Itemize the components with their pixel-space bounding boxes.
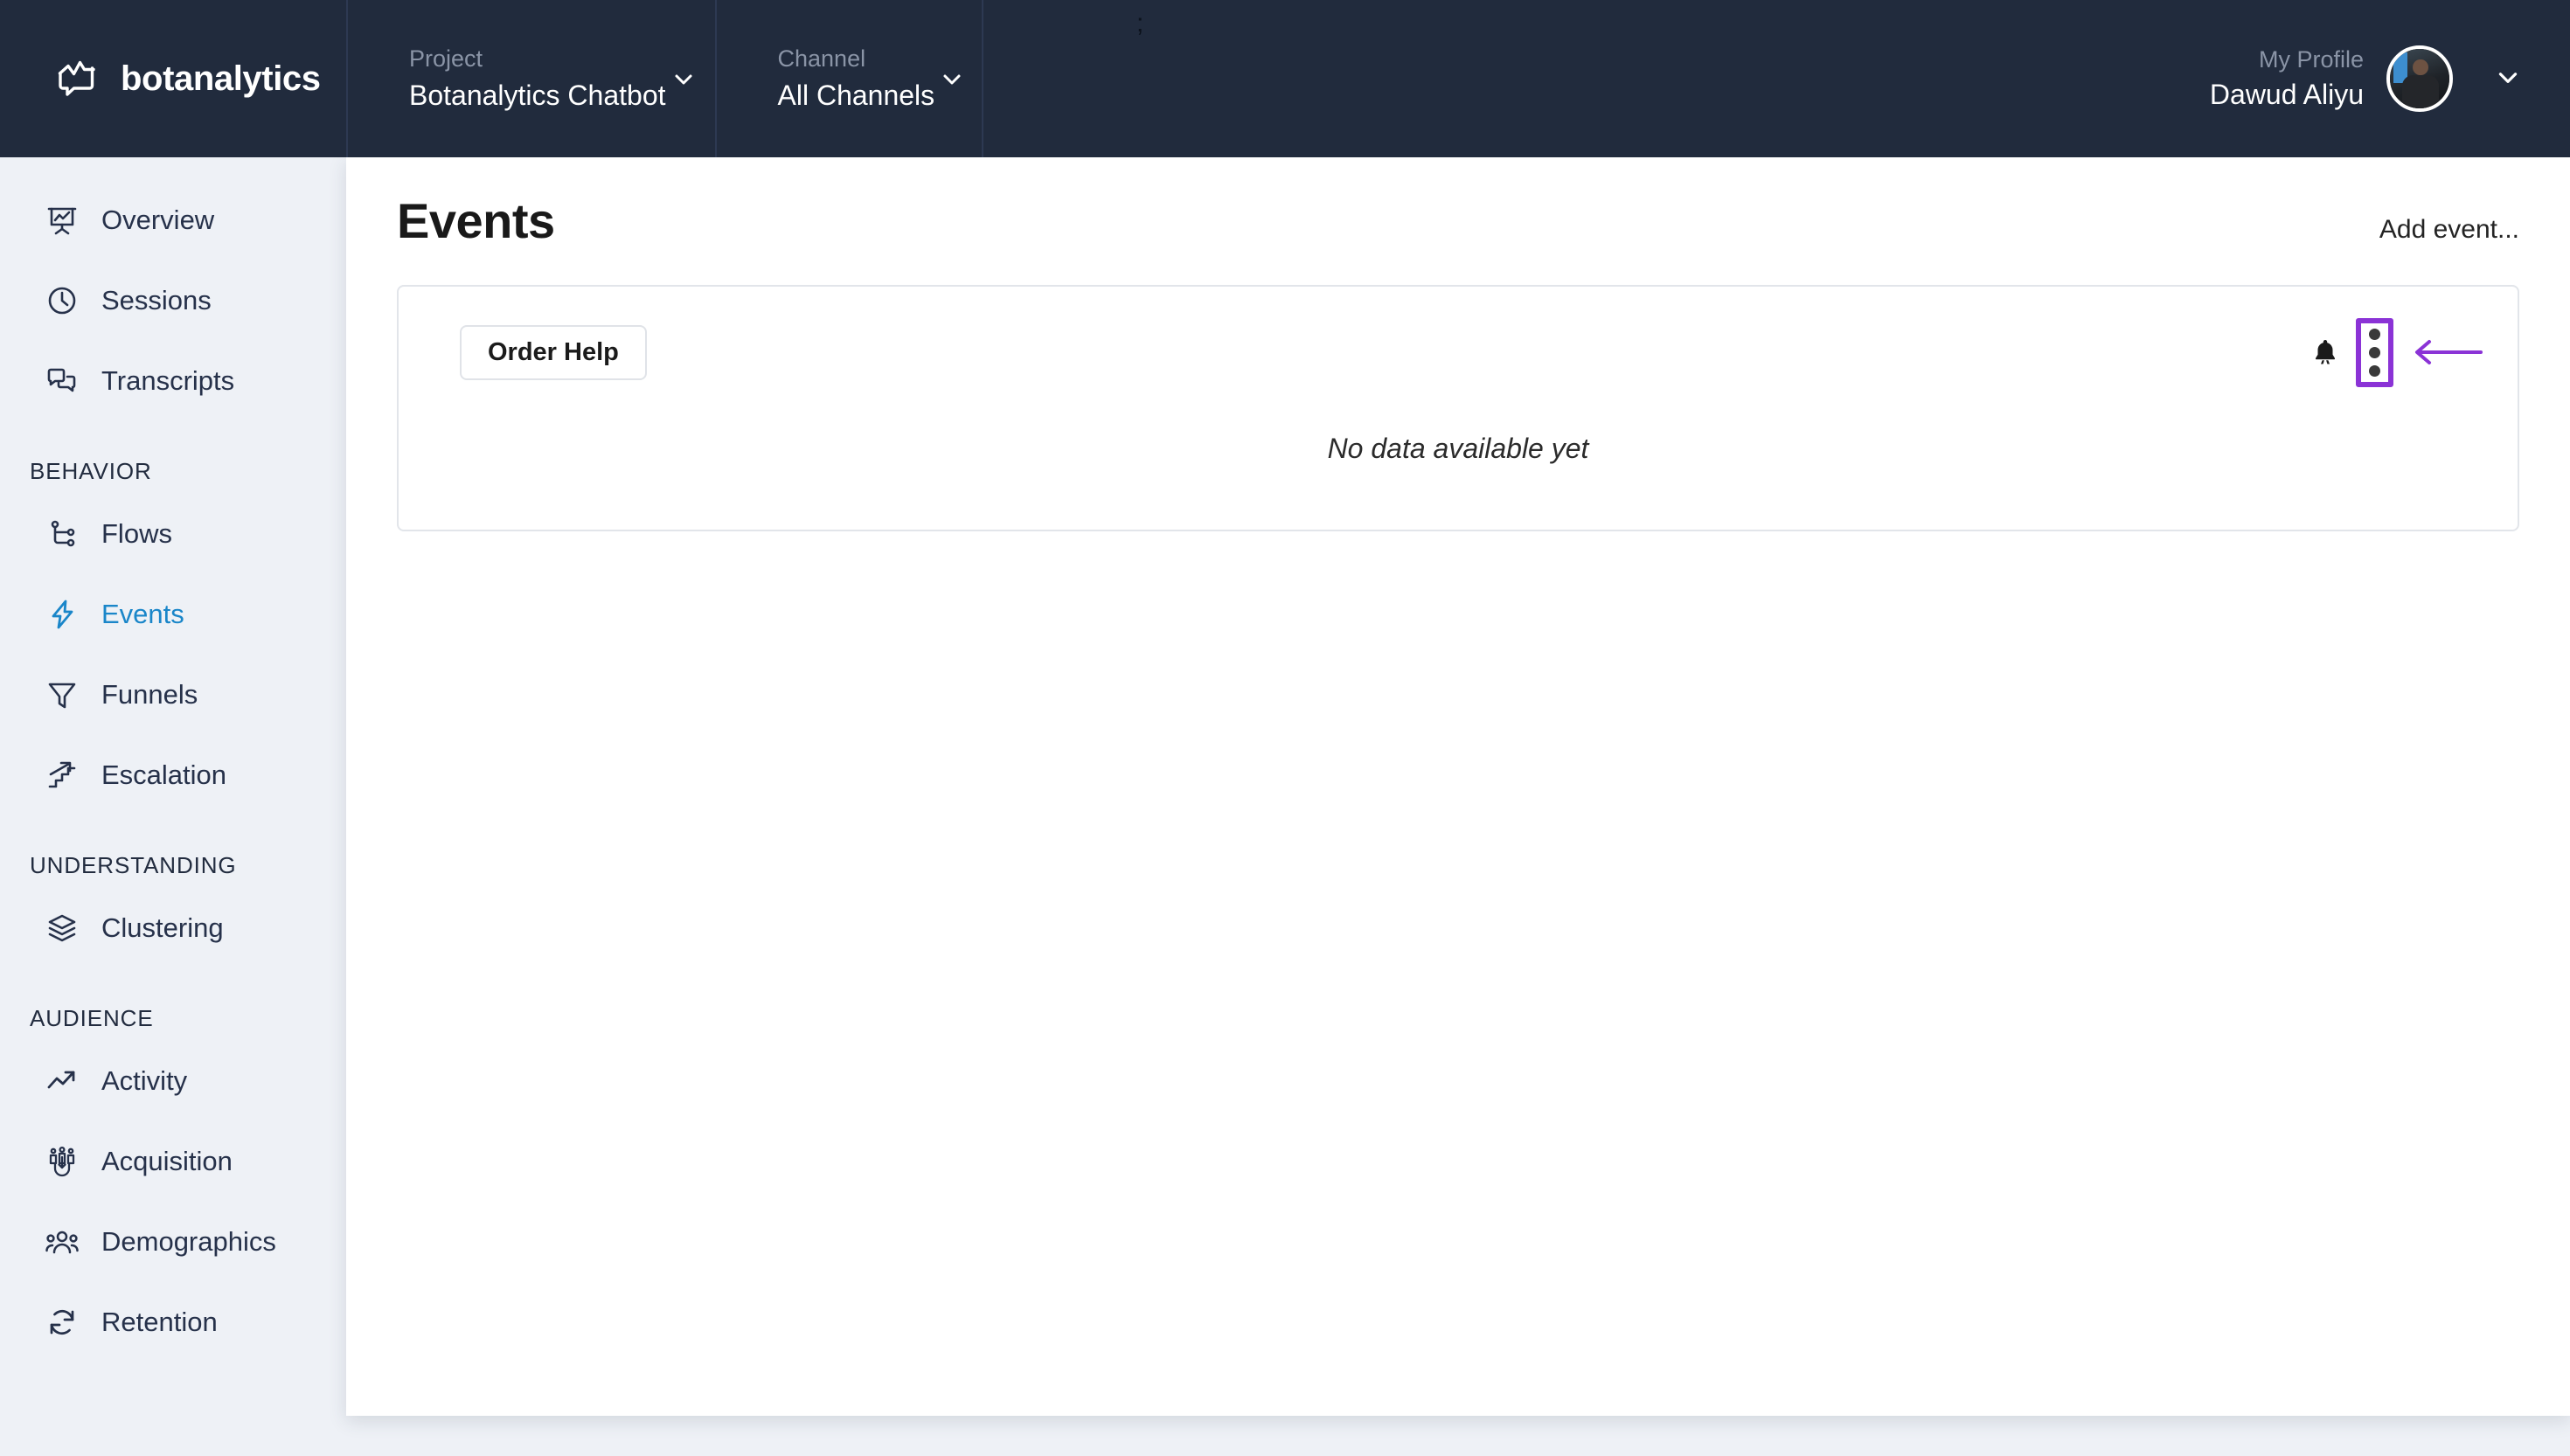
event-card-toolbar: Order Help	[399, 287, 2518, 387]
profile-menu[interactable]: My Profile Dawud Aliyu	[2210, 0, 2570, 157]
refresh-cycle-icon	[45, 1306, 79, 1339]
avatar-body	[2401, 74, 2439, 108]
left-arrow-annotation-icon	[2413, 335, 2483, 370]
sidebar-item-label: Overview	[101, 205, 215, 235]
empty-state-text: No data available yet	[1327, 432, 1589, 464]
funnel-icon	[45, 678, 79, 711]
flow-branch-icon	[45, 517, 79, 551]
sidebar-item-clustering[interactable]: Clustering	[0, 888, 346, 968]
sidebar-item-label: Activity	[101, 1065, 188, 1096]
presentation-chart-icon	[45, 204, 79, 237]
sidebar-group-title-behavior: BEHAVIOR	[30, 458, 152, 484]
chevron-down-icon[interactable]	[2495, 64, 2521, 94]
sidebar-item-label: Acquisition	[101, 1146, 233, 1176]
sidebar-item-retention[interactable]: Retention	[0, 1282, 346, 1362]
lightning-bolt-icon	[45, 598, 79, 631]
sidebar-item-funnels[interactable]: Funnels	[0, 655, 346, 735]
brand-logo-area[interactable]: botanalytics	[0, 0, 346, 157]
people-group-icon	[45, 1225, 79, 1258]
kebab-dot	[2369, 346, 2380, 358]
sidebar-item-label: Clustering	[101, 912, 224, 943]
profile-label: My Profile	[2258, 46, 2364, 73]
main-content: Events Add event... Order Help No data a…	[346, 157, 2570, 1416]
sidebar-group-title-understanding: UNDERSTANDING	[30, 852, 237, 878]
profile-name: Dawud Aliyu	[2209, 78, 2364, 110]
project-selector[interactable]: Project Botanalytics Chatbot	[346, 0, 715, 157]
event-card-tools	[2310, 317, 2483, 387]
sidebar-item-activity[interactable]: Activity	[0, 1041, 346, 1121]
page-header: Events Add event...	[346, 157, 2570, 248]
layers-icon	[45, 912, 79, 945]
sidebar-item-overview[interactable]: Overview	[0, 180, 346, 260]
kebab-dot	[2369, 364, 2380, 377]
clock-icon	[45, 284, 79, 317]
bell-icon[interactable]	[2310, 337, 2340, 367]
channel-selector-label: Channel	[777, 45, 866, 72]
sidebar-item-label: Escalation	[101, 759, 227, 790]
sidebar-item-flows[interactable]: Flows	[0, 494, 346, 574]
sidebar-item-acquisition[interactable]: Acquisition	[0, 1121, 346, 1202]
page-title: Events	[397, 193, 555, 248]
project-selector-label: Project	[409, 45, 483, 72]
add-event-button[interactable]: Add event...	[2379, 215, 2519, 245]
sidebar-item-label: Retention	[101, 1307, 218, 1337]
kebab-menu-icon[interactable]	[2356, 317, 2393, 387]
stairs-arrow-icon	[45, 759, 79, 792]
sidebar: Overview Sessions Transcripts BEHAVIOR F…	[0, 157, 346, 1456]
event-chip-order-help[interactable]: Order Help	[460, 324, 647, 380]
chevron-down-icon	[671, 66, 696, 91]
app-root: botanalytics Project Botanalytics Chatbo…	[0, 0, 2570, 1456]
chat-chart-logo-icon	[52, 54, 101, 103]
sidebar-item-transcripts[interactable]: Transcripts	[0, 341, 346, 421]
sidebar-item-escalation[interactable]: Escalation	[0, 735, 346, 815]
event-card: Order Help No data available yet	[397, 284, 2519, 531]
chat-bubbles-icon	[45, 364, 79, 398]
magnet-people-icon	[45, 1145, 79, 1178]
brand-name: botanalytics	[121, 59, 321, 98]
avatar[interactable]	[2386, 45, 2453, 112]
profile-text: My Profile Dawud Aliyu	[2210, 44, 2364, 114]
avatar-head	[2412, 59, 2428, 75]
sidebar-group-title-audience: AUDIENCE	[30, 1005, 154, 1031]
sidebar-item-label: Transcripts	[101, 365, 235, 396]
top-header: botanalytics Project Botanalytics Chatbo…	[0, 0, 2570, 157]
sidebar-item-label: Sessions	[101, 285, 212, 315]
kebab-dot	[2369, 328, 2380, 340]
channel-selector[interactable]: Channel All Channels	[714, 0, 984, 157]
sidebar-item-events[interactable]: Events	[0, 574, 346, 655]
sidebar-item-label: Flows	[101, 518, 172, 549]
channel-selector-value: All Channels	[777, 79, 935, 111]
text-cursor-mark: ;	[1136, 9, 1144, 38]
header-spacer	[983, 0, 2210, 157]
sidebar-item-demographics[interactable]: Demographics	[0, 1202, 346, 1282]
trend-arrow-icon	[45, 1064, 79, 1098]
sidebar-item-label: Demographics	[101, 1226, 276, 1257]
sidebar-item-label: Funnels	[101, 679, 198, 710]
project-selector-value: Botanalytics Chatbot	[409, 79, 666, 111]
sidebar-item-sessions[interactable]: Sessions	[0, 260, 346, 341]
chevron-down-icon	[940, 66, 964, 91]
sidebar-item-label: Events	[101, 599, 184, 629]
